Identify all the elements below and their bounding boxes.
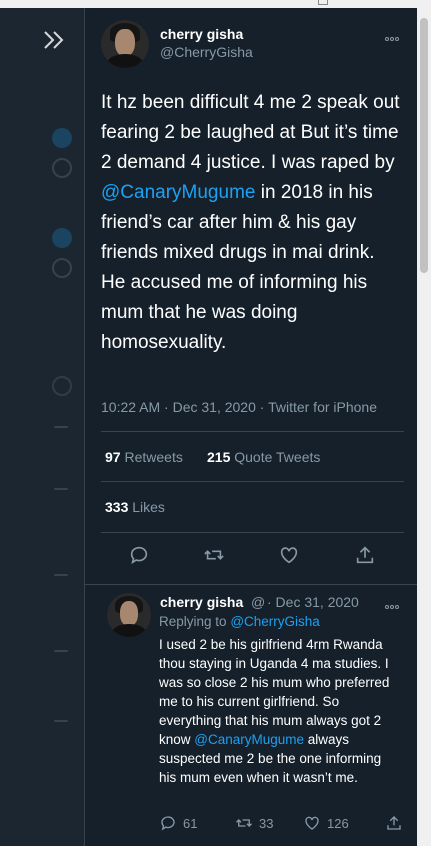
- like-icon[interactable]: [278, 544, 300, 566]
- divider: [54, 650, 68, 652]
- author-name[interactable]: cherry gisha: [160, 26, 243, 42]
- divider: [101, 481, 404, 482]
- reply-text: I used 2 be his girlfriend 4rm Rwanda th…: [159, 635, 399, 787]
- reply-author-handle[interactable]: @: [251, 594, 265, 610]
- more-icon[interactable]: [385, 28, 403, 41]
- retweet-count-button[interactable]: 33: [235, 814, 273, 832]
- sidebar: [0, 8, 84, 846]
- empty-circle-icon: [52, 258, 72, 278]
- double-chevron-right-icon[interactable]: [43, 30, 65, 50]
- window-control-icon: [318, 0, 328, 5]
- reply-avatar[interactable]: [107, 593, 151, 637]
- reply-text-part: I used 2 be his girlfriend 4rm Rwanda th…: [159, 637, 390, 747]
- empty-circle-icon: [52, 158, 72, 178]
- reply-date[interactable]: · Dec 31, 2020: [267, 594, 359, 610]
- tweet-timestamp[interactable]: 10:22 AM · Dec 31, 2020 · Twitter for iP…: [101, 399, 377, 415]
- share-icon[interactable]: [354, 544, 376, 566]
- mention-link[interactable]: @CanaryMugume: [101, 182, 255, 203]
- divider: [54, 488, 68, 490]
- tweet-text: It hz been difficult 4 me 2 speak out fe…: [101, 88, 401, 358]
- divider: [54, 426, 68, 428]
- reply-author-name[interactable]: cherry gisha: [160, 594, 243, 610]
- retweets-stat[interactable]: 97 Retweets: [105, 449, 183, 465]
- avatar[interactable]: [101, 20, 149, 68]
- reply-icon[interactable]: [128, 544, 150, 566]
- tweet-detail: cherry gisha @CherryGisha It hz been dif…: [84, 8, 418, 846]
- browser-top-strip: [0, 0, 431, 8]
- divider: [101, 532, 404, 533]
- more-icon[interactable]: [385, 596, 403, 609]
- tweet-text-part: It hz been difficult 4 me 2 speak out fe…: [101, 92, 400, 173]
- reply-count-button[interactable]: 61: [159, 814, 197, 832]
- quote-tweets-stat[interactable]: 215 Quote Tweets: [207, 449, 320, 465]
- replying-to: Replying to @CherryGisha: [159, 614, 320, 629]
- author-handle[interactable]: @CherryGisha: [160, 44, 253, 60]
- share-icon[interactable]: [385, 814, 403, 832]
- scrollbar-thumb[interactable]: [420, 18, 428, 273]
- divider: [85, 584, 418, 585]
- settings-icon: [52, 376, 72, 396]
- like-icon: [305, 816, 319, 830]
- tweet-text-part: in 2018 in his friend’s car after him & …: [101, 182, 375, 353]
- checked-circle-icon: [52, 128, 72, 148]
- retweet-icon: [236, 819, 252, 827]
- replying-handle-link[interactable]: @CherryGisha: [230, 614, 319, 629]
- mention-link[interactable]: @CanaryMugume: [194, 732, 304, 747]
- divider: [54, 720, 68, 722]
- like-count-button[interactable]: 126: [303, 814, 349, 832]
- reply-icon: [161, 816, 175, 831]
- divider: [54, 574, 68, 576]
- retweet-icon[interactable]: [203, 544, 225, 566]
- divider: [101, 431, 404, 432]
- scrollbar[interactable]: [417, 8, 431, 846]
- checked-circle-icon: [52, 228, 72, 248]
- likes-stat[interactable]: 333 Likes: [105, 499, 165, 515]
